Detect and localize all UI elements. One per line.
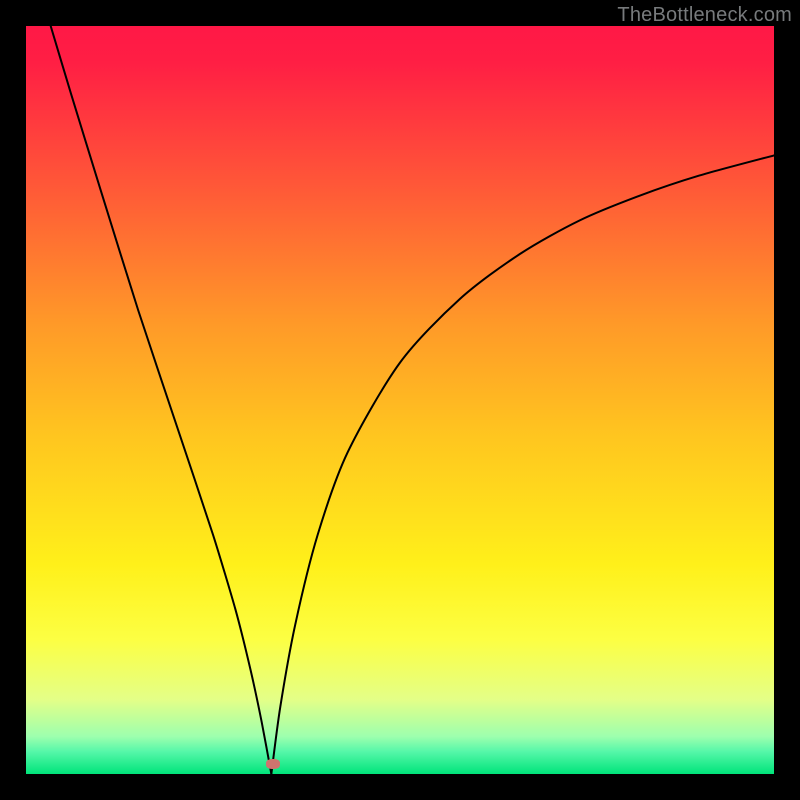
watermark: TheBottleneck.com xyxy=(617,4,792,27)
plot-area xyxy=(26,26,774,774)
chart-container: TheBottleneck.com xyxy=(0,0,800,800)
optimal-point-marker xyxy=(266,759,280,769)
bottleneck-curve xyxy=(26,26,774,774)
